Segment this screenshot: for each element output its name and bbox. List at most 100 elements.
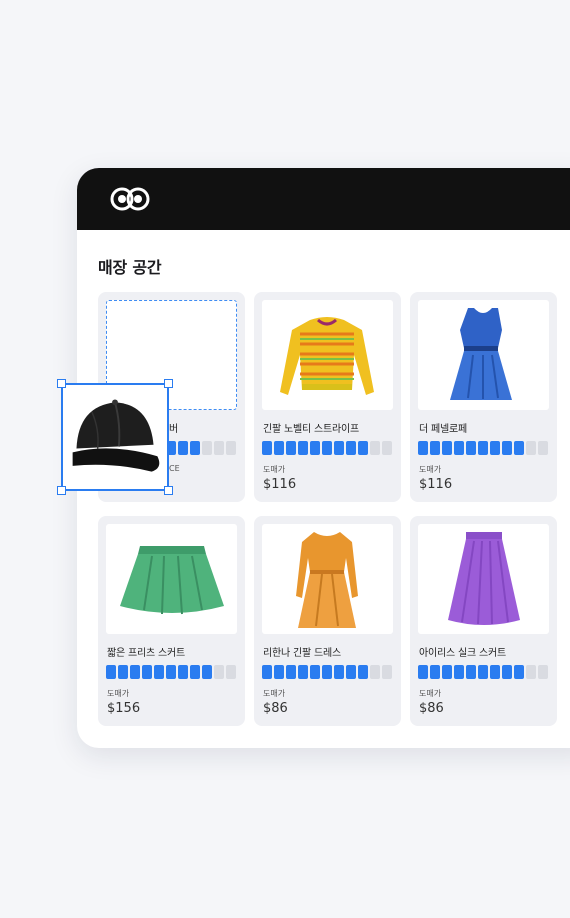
stock-segment — [262, 665, 272, 679]
product-name: 짧은 프리츠 스커트 — [107, 648, 185, 659]
stock-segment — [298, 665, 308, 679]
product-image — [262, 300, 393, 410]
resize-handle-bottom-right[interactable] — [164, 486, 173, 495]
orange-dress-icon — [296, 532, 358, 628]
stock-segment — [334, 665, 344, 679]
price-value: $116 — [263, 477, 297, 492]
stock-segment — [274, 665, 284, 679]
stock-segment — [382, 665, 392, 679]
stock-segment — [466, 665, 476, 679]
stock-segment — [418, 665, 428, 679]
resize-handle-top-left[interactable] — [57, 379, 66, 388]
stock-segment — [502, 665, 512, 679]
stock-segment — [442, 441, 452, 455]
price-label: 도매가 — [263, 689, 286, 698]
stock-segment — [538, 441, 548, 455]
product-card[interactable]: 긴팔 노벨티 스트라이프 도매가 $116 — [254, 292, 401, 502]
stock-segment — [226, 665, 236, 679]
stock-segment — [178, 665, 188, 679]
stock-segment — [370, 441, 380, 455]
stock-segment — [154, 665, 164, 679]
stock-segment — [514, 665, 524, 679]
stock-segment — [166, 665, 176, 679]
stock-segment — [430, 665, 440, 679]
stock-segment — [190, 441, 200, 455]
stock-segment — [322, 441, 332, 455]
price-label: 도매가 — [107, 689, 130, 698]
stock-segment — [466, 441, 476, 455]
product-image — [106, 524, 237, 634]
stock-segment — [310, 441, 320, 455]
stock-segment — [310, 665, 320, 679]
product-image — [262, 524, 393, 634]
product-name: 버 — [169, 424, 178, 435]
price-value: $156 — [107, 701, 141, 716]
stock-segment — [358, 665, 368, 679]
stock-segment — [298, 441, 308, 455]
price-label: 도매가 — [419, 689, 442, 698]
stock-level-bar — [262, 441, 392, 455]
stock-segment — [502, 441, 512, 455]
stock-segment — [286, 441, 296, 455]
price-label: CE — [169, 464, 180, 473]
stock-segment — [526, 665, 536, 679]
product-image — [418, 300, 549, 410]
stock-segment — [538, 665, 548, 679]
stock-segment — [286, 665, 296, 679]
stock-segment — [118, 665, 128, 679]
product-name: 아이리스 실크 스커트 — [419, 648, 506, 659]
stock-segment — [454, 441, 464, 455]
stock-segment — [130, 665, 140, 679]
price-value: $116 — [419, 477, 453, 492]
product-name: 리한나 긴팔 드레스 — [263, 648, 341, 659]
stock-segment — [202, 441, 212, 455]
stock-segment — [478, 665, 488, 679]
stock-segment — [490, 441, 500, 455]
resize-handle-bottom-left[interactable] — [57, 486, 66, 495]
product-card[interactable]: 리한나 긴팔 드레스 도매가 $86 — [254, 516, 401, 726]
top-bar — [77, 168, 570, 230]
product-name: 더 페넬로페 — [419, 424, 467, 435]
blue-dress-icon — [450, 308, 512, 400]
baseball-cap-icon — [72, 399, 160, 472]
stock-segment — [358, 441, 368, 455]
product-card[interactable]: 더 페넬로페 도매가 $116 — [410, 292, 557, 502]
stock-segment — [190, 665, 200, 679]
stock-level-bar — [262, 665, 392, 679]
stock-segment — [262, 441, 272, 455]
price-label: 도매가 — [263, 465, 286, 474]
stock-segment — [514, 441, 524, 455]
product-card[interactable]: 짧은 프리츠 스커트 도매가 $156 — [98, 516, 245, 726]
stock-segment — [442, 665, 452, 679]
stock-segment — [274, 441, 284, 455]
stock-segment — [106, 665, 116, 679]
stock-segment — [346, 665, 356, 679]
product-image — [418, 524, 549, 634]
resize-handle-top-right[interactable] — [164, 379, 173, 388]
stock-segment — [334, 441, 344, 455]
stock-level-bar — [418, 665, 548, 679]
product-name: 긴팔 노벨티 스트라이프 — [263, 424, 359, 435]
sweater-icon — [280, 317, 374, 395]
stock-segment — [430, 441, 440, 455]
stock-segment — [478, 441, 488, 455]
dragged-product[interactable] — [61, 383, 169, 491]
stock-segment — [346, 441, 356, 455]
stock-segment — [490, 665, 500, 679]
section-title: 매장 공간 — [98, 258, 162, 277]
stock-segment — [226, 441, 236, 455]
stock-segment — [382, 441, 392, 455]
purple-skirt-icon — [448, 532, 520, 625]
stock-segment — [454, 665, 464, 679]
stock-segment — [322, 665, 332, 679]
stock-segment — [526, 441, 536, 455]
infinity-logo-icon[interactable] — [110, 187, 150, 211]
stock-level-bar — [106, 665, 236, 679]
stock-segment — [418, 441, 428, 455]
green-skirt-icon — [120, 546, 224, 615]
product-card[interactable]: 아이리스 실크 스커트 도매가 $86 — [410, 516, 557, 726]
stock-segment — [202, 665, 212, 679]
price-label: 도매가 — [419, 465, 442, 474]
stock-level-bar — [418, 441, 548, 455]
stock-segment — [178, 441, 188, 455]
